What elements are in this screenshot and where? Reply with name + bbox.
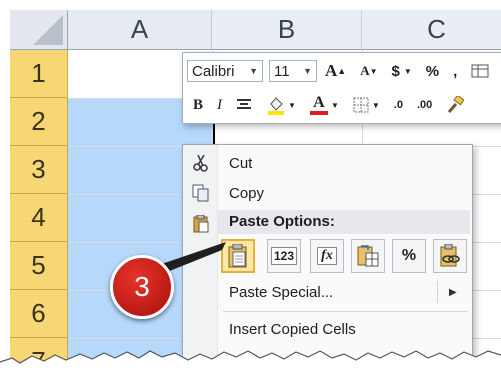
callout-pointer xyxy=(150,242,226,276)
step-number-badge: 3 xyxy=(110,255,174,319)
torn-edge xyxy=(0,350,501,374)
step-number-text: 3 xyxy=(134,271,150,302)
screenshot-stage: { "sheet": { "columns": ["A", "B", "C"],… xyxy=(0,0,501,374)
